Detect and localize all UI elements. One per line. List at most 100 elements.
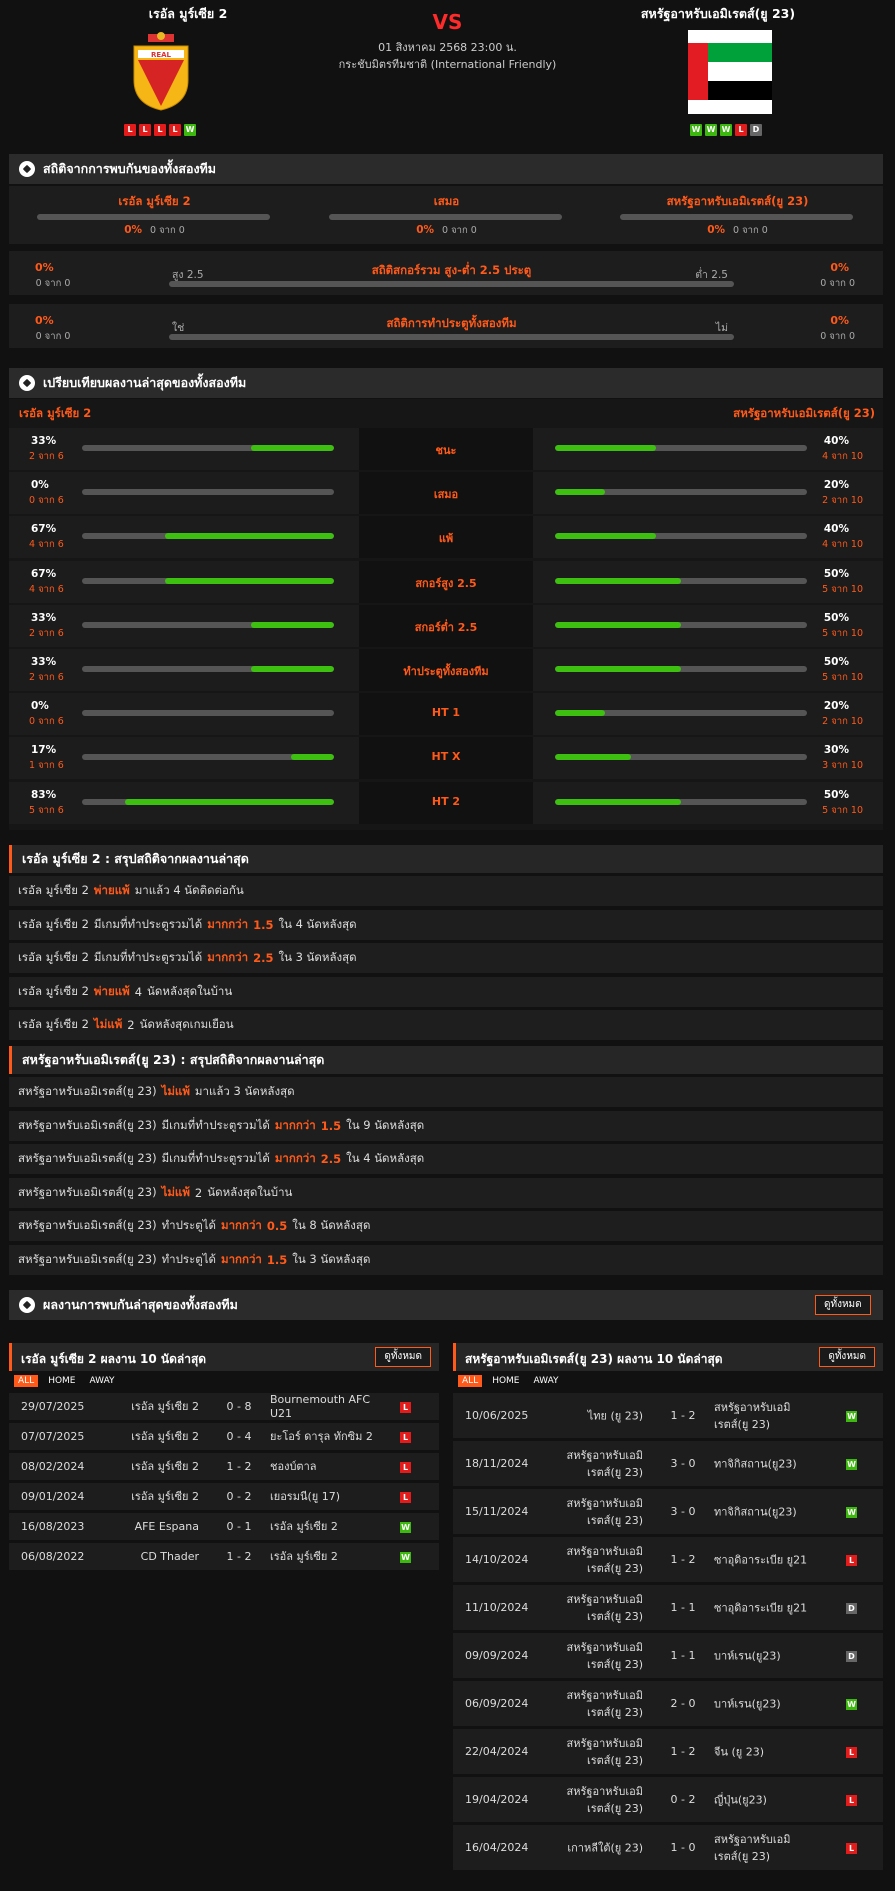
h2h-col-bar <box>37 214 270 220</box>
compare-home-name[interactable]: เรอัล มูร์เซีย 2 <box>19 405 91 423</box>
match-home-team[interactable]: สหรัฐอาหรับเอมิเรตส์(ยู 23) <box>543 1783 643 1817</box>
match-away-team[interactable]: จีน (ยู 23) <box>714 1743 819 1760</box>
match-home-team[interactable]: สหรัฐอาหรับเอมิเรตส์(ยู 23) <box>543 1447 643 1481</box>
match-away-team[interactable]: ซาอุดิอาระเบีย ยู21 <box>714 1551 819 1568</box>
match-date: 06/08/2022 <box>21 1549 85 1563</box>
match-row[interactable]: 18/11/2024 สหรัฐอาหรับเอมิเรตส์(ยู 23) 3 -… <box>453 1441 883 1486</box>
match-home-team[interactable]: CD Thader <box>99 1550 199 1564</box>
compare-label: ทำประตูทั้งสองทีม <box>403 665 489 678</box>
match-row[interactable]: 16/04/2024 เกาหลีใต้(ยู 23) 1 - 0 สหรัฐอาหร… <box>453 1825 883 1870</box>
match-home-team[interactable]: ไทย (ยู 23) <box>543 1407 643 1424</box>
match-row[interactable]: 09/01/2024 เรอัล มูร์เซีย 2 0 - 2 เยอรมนี(ย… <box>9 1483 439 1510</box>
match-result-badge: W <box>400 1521 411 1533</box>
compare-label-cell: HT 2 <box>359 781 533 824</box>
match-away-team[interactable]: ชองบ์ตาล <box>270 1460 375 1474</box>
compare-home-sub: 2 จาก 6 <box>29 627 64 639</box>
form-badge: L <box>169 124 181 136</box>
summary-text: 4 <box>134 984 143 999</box>
compare-home-bar <box>82 577 334 584</box>
match-away-team[interactable]: สหรัฐอาหรับเอมิเรตส์(ยู 23) <box>714 1831 819 1865</box>
match-row[interactable]: 10/06/2025 ไทย (ยู 23) 1 - 2 สหรัฐอาหรับเอม… <box>453 1393 883 1438</box>
filter-tab-all[interactable]: ALL <box>14 1375 39 1387</box>
compare-box: เรอัล มูร์เซีย 2 สหรัฐอาหรับเอมิเรตส์(ยู … <box>9 399 883 830</box>
match-row[interactable]: 09/09/2024 สหรัฐอาหรับเอมิเรตส์(ยู 23) 1 -… <box>453 1633 883 1678</box>
match-home-team[interactable]: สหรัฐอาหรับเอมิเรตส์(ยู 23) <box>543 1495 643 1529</box>
match-away-team[interactable]: เรอัล มูร์เซีย 2 <box>270 1520 375 1534</box>
stat-right-sub: 0 จาก 0 <box>820 278 855 289</box>
match-away-team[interactable]: สหรัฐอาหรับเอมิเรตส์(ยู 23) <box>714 1399 819 1433</box>
match-score: 1 - 1 <box>670 1648 696 1662</box>
match-row[interactable]: 07/07/2025 เรอัล มูร์เซีย 2 0 - 4 ยะโอร์ ดา… <box>9 1423 439 1450</box>
summary-row: เรอัล มูร์เซีย 2 พ่ายแพ้ 4 นัดหลังสุดในบ้าน <box>9 976 883 1007</box>
filter-tab-home[interactable]: HOME <box>44 1375 79 1387</box>
match-away-team[interactable]: ญี่ปุ่น(ยู23) <box>714 1791 819 1808</box>
compare-away-pct: 30% <box>823 744 849 757</box>
match-away-team[interactable]: ยะโอร์ ดารุล ทักซิม 2 <box>270 1430 375 1444</box>
h2h-col-bar <box>329 214 562 220</box>
match-row[interactable]: 15/11/2024 สหรัฐอาหรับเอมิเรตส์(ยู 23) 3 -… <box>453 1489 883 1534</box>
match-row[interactable]: 22/04/2024 สหรัฐอาหรับเอมิเรตส์(ยู 23) 1 -… <box>453 1729 883 1774</box>
match-away-team[interactable]: ซาอุดิอาระเบีย ยู21 <box>714 1599 819 1616</box>
match-row[interactable]: 14/10/2024 สหรัฐอาหรับเอมิเรตส์(ยู 23) 1 -… <box>453 1537 883 1582</box>
match-date: 14/10/2024 <box>465 1552 529 1566</box>
match-home-team[interactable]: เรอัล มูร์เซีย 2 <box>99 1460 199 1474</box>
match-row[interactable]: 19/04/2024 สหรัฐอาหรับเอมิเรตส์(ยู 23) 0 -… <box>453 1777 883 1822</box>
match-row[interactable]: 16/08/2023 AFE Espana 0 - 1 เรอัล มูร์เซีย … <box>9 1513 439 1540</box>
filter-tab-away[interactable]: AWAY <box>530 1375 563 1387</box>
match-row[interactable]: 06/08/2022 CD Thader 1 - 2 เรอัล มูร์เซีย 2… <box>9 1543 439 1570</box>
compare-home-bar-fill <box>165 577 334 584</box>
filter-tab-away[interactable]: AWAY <box>86 1375 119 1387</box>
summary-row: สหรัฐอาหรับเอมิเรตส์(ยู 23) ไม่แพ้ 2 นัดหลั… <box>9 1177 883 1208</box>
match-home-team[interactable]: สหรัฐอาหรับเอมิเรตส์(ยู 23) <box>543 1639 643 1673</box>
match-row[interactable]: 06/09/2024 สหรัฐอาหรับเอมิเรตส์(ยู 23) 2 -… <box>453 1681 883 1726</box>
compare-away-bar <box>555 445 807 451</box>
match-home-team[interactable]: เกาหลีใต้(ยู 23) <box>543 1839 643 1856</box>
home-recent-view-all-button[interactable]: ดูทั้งหมด <box>375 1347 431 1367</box>
match-date: 06/09/2024 <box>465 1696 529 1710</box>
match-away-team[interactable]: Bournemouth AFC U21 <box>270 1393 375 1421</box>
compare-away-bar <box>555 621 807 628</box>
match-result-badge: W <box>846 1410 857 1422</box>
match-away-team[interactable]: ทาจิกิสถาน(ยู23) <box>714 1455 819 1472</box>
summary-text: 2 <box>127 1018 135 1033</box>
match-home-team[interactable]: เรอัล มูร์เซีย 2 <box>99 1430 199 1444</box>
compare-away-name[interactable]: สหรัฐอาหรับเอมิเรตส์(ยู 23) <box>733 405 875 423</box>
h2h-col-sub: 0 จาก 0 <box>150 225 185 236</box>
compare-away-bar-fill <box>555 533 656 540</box>
match-row[interactable]: 29/07/2025 เรอัล มูร์เซีย 2 0 - 8 Bournemou… <box>9 1393 439 1420</box>
filter-tab-all[interactable]: ALL <box>458 1375 483 1387</box>
match-away-team[interactable]: ทาจิกิสถาน(ยู23) <box>714 1503 819 1520</box>
compare-away-bar <box>555 710 807 717</box>
match-home-team[interactable]: สหรัฐอาหรับเอมิเรตส์(ยู 23) <box>543 1543 643 1577</box>
compare-home-pct: 33% <box>31 611 57 624</box>
compare-home-bar <box>82 798 334 805</box>
h2h-col-label: เสมอ <box>433 194 460 208</box>
over-under-box: 0% 0 จาก 0 สูง 2.5 สถิติสกอร์รวม สูง-ต่ำ 2.… <box>9 251 883 295</box>
away-recent-header: สหรัฐอาหรับเอมิเรตส์(ยู 23) ผลงาน 10 นัด… <box>453 1343 883 1371</box>
match-away-team[interactable]: เยอรมนี(ยู 17) <box>270 1490 375 1504</box>
match-home-team[interactable]: เรอัล มูร์เซีย 2 <box>99 1490 199 1504</box>
summary-text: สหรัฐอาหรับเอมิเรตส์(ยู 23) <box>18 1151 157 1166</box>
match-away-team[interactable]: บาห์เรน(ยู23) <box>714 1647 819 1664</box>
home-recent-title: เรอัล มูร์เซีย 2 ผลงาน 10 นัดล่าสุด <box>21 1352 207 1366</box>
match-row[interactable]: 11/10/2024 สหรัฐอาหรับเอมิเรตส์(ยู 23) 1 -… <box>453 1585 883 1630</box>
view-all-button[interactable]: ดูทั้งหมด <box>815 1295 871 1315</box>
match-row[interactable]: 08/02/2024 เรอัล มูร์เซีย 2 1 - 2 ชองบ์ตาล L <box>9 1453 439 1480</box>
match-home-team[interactable]: สหรัฐอาหรับเอมิเรตส์(ยู 23) <box>543 1591 643 1625</box>
match-home-team[interactable]: เรอัล มูร์เซีย 2 <box>99 1400 199 1414</box>
match-home-team[interactable]: AFE Espana <box>99 1520 199 1534</box>
summary-text: 2 <box>194 1185 203 1200</box>
match-home-team[interactable]: สหรัฐอาหรับเอมิเรตส์(ยู 23) <box>543 1687 643 1721</box>
match-home-team[interactable]: สหรัฐอาหรับเอมิเรตส์(ยู 23) <box>543 1735 643 1769</box>
match-result-badge: L <box>400 1401 411 1413</box>
summary-text: สหรัฐอาหรับเอมิเรตส์(ยู 23) <box>18 1252 157 1266</box>
match-result-badge: D <box>846 1602 857 1614</box>
compare-home-sub: 0 จาก 6 <box>29 495 64 507</box>
match-away-team[interactable]: บาห์เรน(ยู23) <box>714 1695 819 1712</box>
match-away-team[interactable]: เรอัล มูร์เซีย 2 <box>270 1550 375 1564</box>
away-recent-view-all-button[interactable]: ดูทั้งหมด <box>819 1347 875 1367</box>
compare-away-pct: 50% <box>823 567 849 580</box>
h2h-col-value: 0% 0 จาก 0 <box>621 223 854 238</box>
compare-label: สกอร์ต่ำ 2.5 <box>414 620 478 634</box>
filter-tab-home[interactable]: HOME <box>488 1375 523 1387</box>
